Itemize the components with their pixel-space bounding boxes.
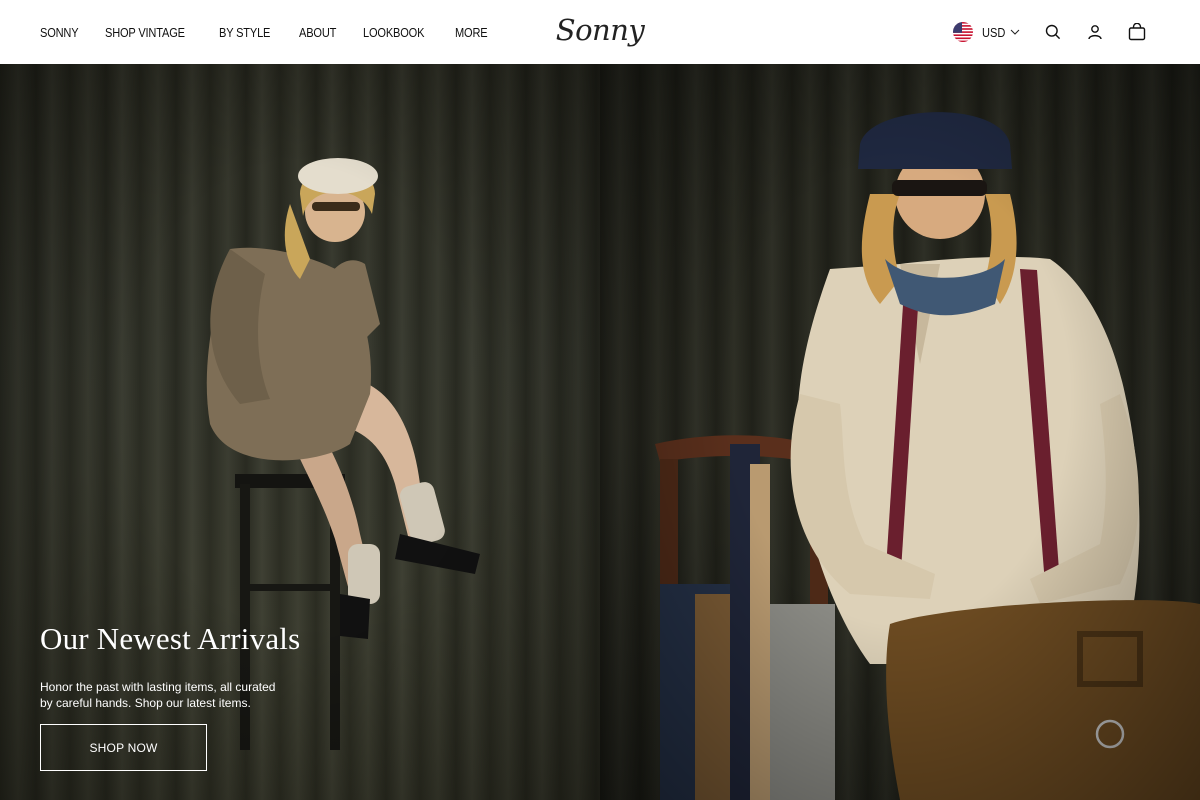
image-vignette <box>600 64 1200 800</box>
main-nav: SONNY SHOP VINTAGE BY STYLE ABOUT LOOKBO… <box>40 0 514 64</box>
chevron-down-icon <box>1010 29 1020 35</box>
nav-item-about[interactable]: ABOUT <box>299 25 336 40</box>
currency-selector[interactable]: USD <box>952 22 1020 42</box>
cart-icon[interactable] <box>1126 21 1148 43</box>
hero-image-right <box>600 64 1200 800</box>
hero-title: Our Newest Arrivals <box>40 621 301 656</box>
nav-item-shop-vintage[interactable]: SHOP VINTAGE <box>105 25 185 40</box>
shop-now-button[interactable]: SHOP NOW <box>40 724 207 771</box>
search-icon[interactable] <box>1042 21 1064 43</box>
hero-subtitle: Honor the past with lasting items, all c… <box>40 680 276 710</box>
header-actions: USD <box>952 0 1148 64</box>
hero-banner: Our Newest Arrivals Honor the past with … <box>0 64 1200 800</box>
site-header: SONNY SHOP VINTAGE BY STYLE ABOUT LOOKBO… <box>0 0 1200 64</box>
currency-label: USD <box>981 24 1005 40</box>
brand-logo[interactable]: Sonny <box>556 13 645 47</box>
us-flag-icon <box>952 22 973 42</box>
nav-item-more[interactable]: MORE <box>455 25 488 40</box>
nav-item-by-style[interactable]: BY STYLE <box>219 25 270 40</box>
account-icon[interactable] <box>1084 21 1106 43</box>
nav-item-sonny[interactable]: SONNY <box>40 25 79 40</box>
nav-item-lookbook[interactable]: LOOKBOOK <box>363 25 424 40</box>
hero-content: Our Newest Arrivals Honor the past with … <box>40 621 300 771</box>
